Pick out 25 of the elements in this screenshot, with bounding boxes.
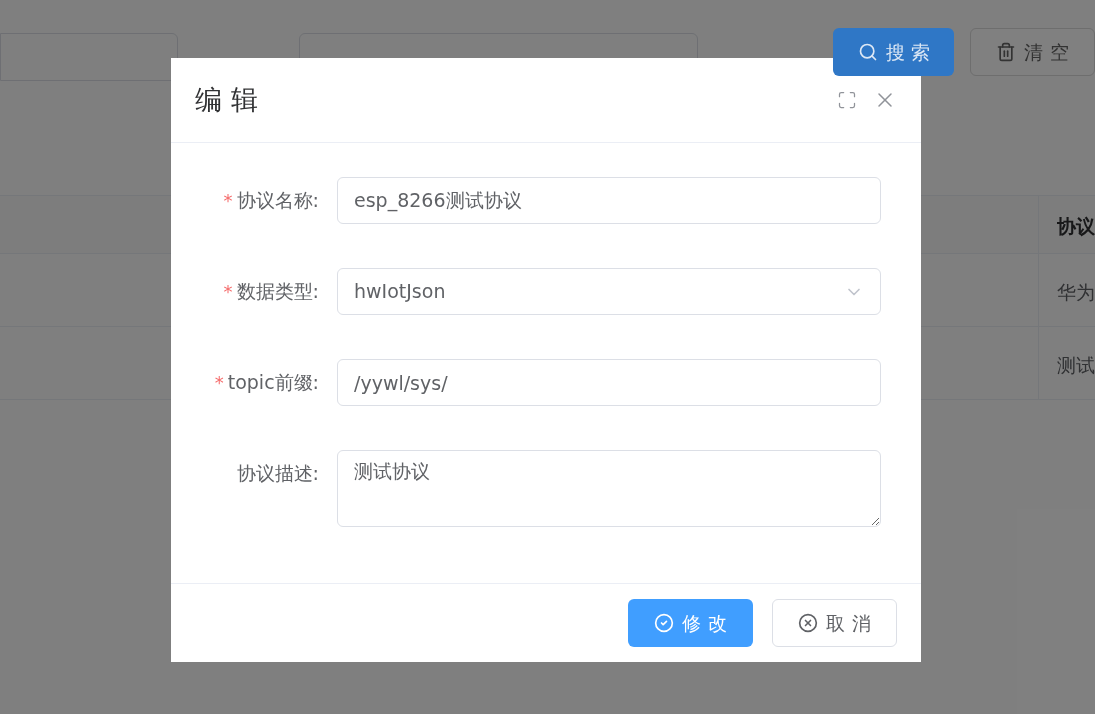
select-field[interactable]: hwIotJson: [337, 268, 881, 315]
dialog-title: 编 辑: [195, 82, 258, 117]
field-label: 数据类型:: [236, 279, 319, 305]
table-cell-text: 华为: [1056, 280, 1095, 305]
text-field[interactable]: esp_8266测试协议: [337, 177, 881, 224]
select-value: hwIotJson: [354, 279, 446, 305]
field-label: 协议名称:: [236, 188, 319, 214]
required-mark: *: [223, 280, 233, 304]
search-icon: [857, 42, 878, 62]
table-cell-text: 测试: [1056, 353, 1095, 378]
textarea-field[interactable]: 测试协议: [337, 450, 881, 527]
cancel-button[interactable]: 取 消: [772, 599, 897, 647]
column-header: 协议: [1056, 214, 1095, 239]
trash-icon: [996, 42, 1017, 62]
search-field[interactable]: [0, 33, 178, 81]
close-circle-icon: [798, 613, 819, 633]
clear-button[interactable]: 清 空: [970, 28, 1095, 76]
field-label: topic前缀:: [227, 370, 319, 396]
required-mark: *: [214, 371, 224, 395]
check-circle-icon: [654, 613, 675, 633]
text-field[interactable]: /yywl/sys/: [337, 359, 881, 406]
required-mark: *: [223, 189, 233, 213]
field-label: 协议描述:: [236, 461, 319, 487]
fullscreen-icon[interactable]: [837, 90, 857, 110]
search-button[interactable]: 搜 索: [833, 28, 954, 76]
